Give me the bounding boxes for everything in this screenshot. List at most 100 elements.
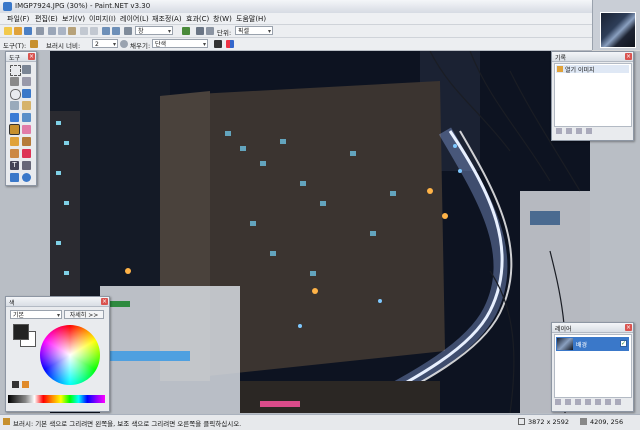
- cursor-position-icon: [580, 418, 587, 425]
- menu-edit[interactable]: 편집(E): [35, 14, 58, 24]
- layer-name: 배경: [576, 342, 588, 349]
- menu-view[interactable]: 보기(V): [62, 14, 85, 24]
- menu-help[interactable]: 도움말(H): [236, 14, 266, 24]
- ruler-icon[interactable]: [206, 27, 214, 35]
- close-icon[interactable]: ×: [625, 53, 632, 60]
- new-icon[interactable]: [4, 27, 12, 35]
- print-icon[interactable]: [36, 27, 44, 35]
- paint-bucket-icon[interactable]: [10, 113, 19, 122]
- image-canvas[interactable]: [50, 51, 590, 413]
- image-size: 3872 x 2592: [528, 418, 570, 426]
- antialias-icon[interactable]: [120, 40, 128, 48]
- city-night-photo: [50, 51, 590, 413]
- lasso-icon[interactable]: [10, 77, 19, 86]
- line-curve-icon[interactable]: [22, 161, 31, 170]
- move-icon[interactable]: [22, 77, 31, 86]
- more-colors-button[interactable]: 자세히 >>: [64, 310, 104, 319]
- layer-properties-icon[interactable]: [615, 399, 621, 405]
- move-layer-down-icon[interactable]: [605, 399, 611, 405]
- rectangle-select-icon[interactable]: [10, 65, 21, 76]
- menu-file[interactable]: 파일(F): [7, 14, 29, 24]
- reset-colors-icon[interactable]: [12, 381, 19, 388]
- tool-options-bar: 도구(T): 브러시 너비: 2 채우기: 단색: [0, 38, 592, 51]
- close-icon[interactable]: ×: [625, 324, 632, 331]
- zoom-icon[interactable]: [124, 27, 132, 35]
- layers-panel-title: 레이어: [555, 326, 572, 333]
- add-layer-icon[interactable]: [555, 399, 561, 405]
- image-size-icon: [518, 418, 525, 425]
- paintbrush-tool-icon[interactable]: [9, 124, 20, 135]
- brush-width-label: 브러시 너비:: [46, 42, 81, 50]
- rectangle-icon[interactable]: [10, 173, 19, 182]
- image-thumbnail[interactable]: [600, 12, 636, 48]
- delete-layer-icon[interactable]: [565, 399, 571, 405]
- layers-panel: 레이어 × 배경 ✓: [551, 322, 634, 412]
- paintbrush-status-icon: [3, 418, 10, 425]
- zoom-in-icon[interactable]: [182, 27, 190, 35]
- paste-icon[interactable]: [68, 27, 76, 35]
- open-icon[interactable]: [14, 27, 22, 35]
- close-icon[interactable]: ×: [28, 53, 35, 60]
- antialiasing-toggle-icon[interactable]: [214, 40, 222, 48]
- brush-width-select[interactable]: 2: [92, 39, 118, 48]
- recolor-icon[interactable]: [10, 149, 19, 158]
- crop-icon[interactable]: [80, 27, 88, 35]
- close-icon[interactable]: ×: [101, 298, 108, 305]
- fast-forward-icon[interactable]: [586, 128, 592, 134]
- zoom-select[interactable]: 창: [135, 26, 173, 35]
- clone-stamp-icon[interactable]: [22, 137, 31, 146]
- redo-history-icon[interactable]: [576, 128, 582, 134]
- status-hint: 브러시: 기본 색으로 그리려면 왼쪽을, 보조 색으로 그리려면 오른쪽을 클…: [13, 420, 242, 428]
- history-panel: 기록 × 열기 이미지: [551, 51, 634, 141]
- menu-effects[interactable]: 효과(C): [186, 14, 209, 24]
- grid-icon[interactable]: [196, 27, 204, 35]
- units-select[interactable]: 픽셀: [235, 26, 273, 35]
- pan-icon[interactable]: [22, 101, 31, 110]
- cut-icon[interactable]: [48, 27, 56, 35]
- duplicate-layer-icon[interactable]: [575, 399, 581, 405]
- layer-visibility-checkbox[interactable]: ✓: [620, 340, 627, 347]
- redo-icon[interactable]: [112, 27, 120, 35]
- color-wheel[interactable]: [40, 325, 100, 385]
- blend-mode-icon[interactable]: [226, 40, 234, 48]
- fill-select[interactable]: 단색: [152, 39, 208, 48]
- tools-panel-title: 도구: [9, 55, 21, 62]
- rewind-icon[interactable]: [556, 128, 562, 134]
- menu-layers[interactable]: 레이어(L): [120, 14, 149, 24]
- paintbrush-icon[interactable]: [30, 40, 38, 48]
- window-title: IMGP7924.JPG (30%) - Paint.NET v3.30: [15, 2, 151, 10]
- pencil-icon[interactable]: [10, 137, 19, 146]
- menu-adjustments[interactable]: 재조정(A): [152, 14, 182, 24]
- deselect-icon[interactable]: [90, 27, 98, 35]
- menu-window[interactable]: 창(W): [213, 14, 232, 24]
- eraser-icon[interactable]: [22, 125, 31, 134]
- copy-icon[interactable]: [58, 27, 66, 35]
- tools-panel-header: 도구 ×: [6, 52, 36, 62]
- move-selection-icon[interactable]: [22, 65, 31, 74]
- gradient-icon[interactable]: [22, 113, 31, 122]
- menu-image[interactable]: 이미지(I): [89, 14, 116, 24]
- undo-history-icon[interactable]: [566, 128, 572, 134]
- ellipse-select-icon[interactable]: [10, 89, 21, 100]
- save-icon[interactable]: [24, 27, 32, 35]
- color-picker-icon[interactable]: [22, 149, 31, 158]
- swap-colors-icon[interactable]: [22, 381, 29, 388]
- layer-thumbnail: [557, 338, 573, 350]
- text-icon[interactable]: T: [10, 161, 19, 170]
- undo-icon[interactable]: [102, 27, 110, 35]
- fill-label: 채우기:: [130, 42, 151, 50]
- primary-color-swatch[interactable]: [13, 324, 29, 340]
- merge-layer-icon[interactable]: [585, 399, 591, 405]
- history-item[interactable]: 열기 이미지: [556, 65, 629, 74]
- color-palette[interactable]: [8, 395, 105, 403]
- zoom-tool-icon[interactable]: [22, 89, 31, 98]
- main-toolbar: 창 단위: 픽셀: [0, 25, 592, 38]
- history-panel-header: 기록 ×: [552, 52, 633, 62]
- layers-panel-header: 레이어 ×: [552, 323, 633, 333]
- layer-row[interactable]: 배경 ✓: [556, 337, 629, 351]
- units-label: 단위:: [217, 29, 232, 37]
- ellipse-icon[interactable]: [22, 173, 31, 182]
- magic-wand-icon[interactable]: [10, 101, 19, 110]
- color-mode-select[interactable]: 기본: [10, 310, 62, 319]
- move-layer-up-icon[interactable]: [595, 399, 601, 405]
